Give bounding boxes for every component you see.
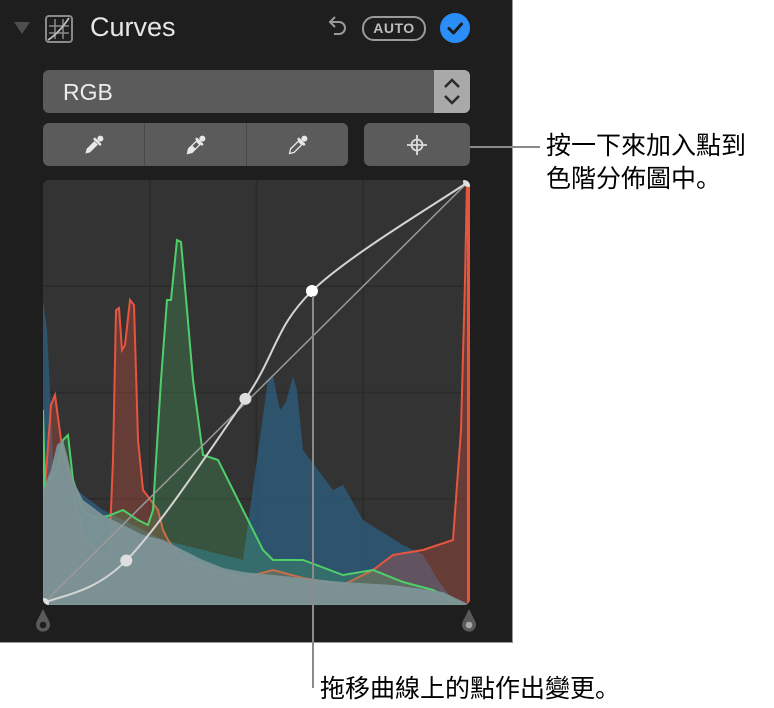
drag-point-callout: 拖移曲線上的點作出變更。 [320, 674, 621, 703]
gray-point-eyedropper[interactable] [145, 123, 247, 166]
panel-title: Curves [90, 12, 176, 42]
add-point-button[interactable] [364, 123, 470, 166]
white-point-eyedropper[interactable] [247, 123, 348, 166]
up-down-chevron-icon[interactable] [434, 70, 470, 113]
disclosure-triangle-icon[interactable] [14, 22, 30, 34]
add-point-callout: 按一下來加入點到 色階分佈圖中。 [546, 129, 746, 195]
curve-control-point[interactable] [120, 554, 133, 567]
curves-panel: Curves AUTO RGB [0, 0, 513, 643]
eyedropper-filled-icon [85, 135, 103, 153]
curve-control-point[interactable] [239, 392, 252, 405]
confirm-toggle[interactable] [440, 13, 470, 43]
black-point-eyedropper[interactable] [43, 123, 145, 166]
eyedropper-group [43, 123, 348, 166]
add-point-callout-line [470, 146, 540, 148]
channel-select-value: RGB [63, 79, 113, 105]
auto-button[interactable]: AUTO [362, 16, 426, 41]
undo-arrow-icon[interactable] [326, 14, 348, 40]
eyedropper-half-icon [186, 135, 205, 154]
add-point-callout-line2: 色階分佈圖中。 [546, 164, 722, 193]
crosshair-icon [407, 134, 427, 155]
drag-point-callout-line [312, 296, 314, 688]
histogram-curve-editor[interactable] [43, 180, 470, 605]
checkmark-icon [447, 22, 463, 35]
black-point-handle[interactable] [34, 607, 52, 635]
add-point-callout-line1: 按一下來加入點到 [546, 131, 747, 160]
channel-select[interactable]: RGB [43, 70, 470, 113]
curves-grid-icon [45, 15, 73, 43]
white-point-handle[interactable] [460, 607, 478, 635]
eyedropper-outline-icon [288, 135, 307, 154]
